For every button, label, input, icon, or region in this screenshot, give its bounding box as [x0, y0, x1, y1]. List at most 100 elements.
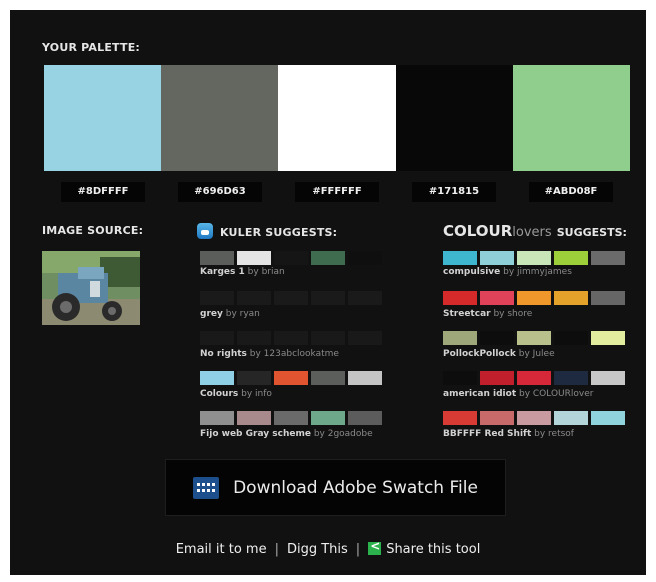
kuler-item-name: Colours	[200, 389, 239, 399]
colourlovers-swatch	[480, 251, 514, 265]
kuler-item-label[interactable]: Fijo web Gray scheme by 2goadobe	[200, 429, 373, 439]
colourlovers-swatch	[443, 251, 477, 265]
palette-swatch-2[interactable]	[161, 65, 279, 171]
download-swatch-button[interactable]: Download Adobe Swatch File	[165, 459, 506, 516]
hex-label-4[interactable]: #171815	[412, 182, 496, 202]
footer-links: Email it to me | Digg This | Share this tool	[10, 539, 646, 557]
kuler-swatch-strip[interactable]	[200, 371, 382, 385]
kuler-swatch	[311, 411, 345, 425]
kuler-item-author: by ryan	[225, 309, 260, 319]
kuler-swatch	[237, 331, 271, 345]
colourlovers-swatch	[517, 331, 551, 345]
kuler-swatch	[311, 331, 345, 345]
kuler-swatch	[200, 291, 234, 305]
kuler-swatch-strip[interactable]	[200, 331, 382, 345]
colourlovers-item-author: by COLOURlover	[519, 389, 594, 399]
kuler-icon	[197, 223, 213, 239]
colourlovers-swatch-strip[interactable]	[443, 411, 625, 425]
palette-swatch-4[interactable]	[395, 65, 513, 171]
colourlovers-swatch	[443, 371, 477, 385]
share-link[interactable]: Share this tool	[386, 542, 480, 557]
palette-swatch-5[interactable]	[512, 65, 631, 171]
kuler-swatch	[311, 291, 345, 305]
kuler-item-label[interactable]: No rights by 123abclookatme	[200, 349, 339, 359]
kuler-swatch	[237, 411, 271, 425]
colourlovers-item-label[interactable]: Streetcar by shore	[443, 309, 532, 319]
palette-title: YOUR PALETTE:	[42, 41, 141, 54]
colourlovers-swatch	[591, 291, 625, 305]
kuler-swatch	[237, 291, 271, 305]
colourlovers-swatch	[591, 411, 625, 425]
kuler-item-label[interactable]: grey by ryan	[200, 309, 260, 319]
kuler-swatch	[274, 251, 308, 265]
colourlovers-swatch	[480, 291, 514, 305]
colourlovers-swatch-strip[interactable]	[443, 331, 625, 345]
colourlovers-swatch	[443, 411, 477, 425]
colourlovers-item-name: american idiot	[443, 389, 517, 399]
colourlovers-item-label[interactable]: compulsive by jimmyjames	[443, 267, 572, 277]
colourlovers-swatch-strip[interactable]	[443, 251, 625, 265]
colourlovers-item-label[interactable]: american idiot by COLOURlover	[443, 389, 593, 399]
colourlovers-swatch	[517, 411, 551, 425]
kuler-swatch	[348, 371, 382, 385]
colourlovers-swatch	[517, 371, 551, 385]
download-swatch-label: Download Adobe Swatch File	[233, 477, 478, 498]
colourlovers-swatch	[554, 411, 588, 425]
hex-label-2[interactable]: #696D63	[178, 182, 262, 202]
palette-swatch-3[interactable]	[278, 65, 396, 171]
colourlovers-swatch	[517, 251, 551, 265]
kuler-swatch	[348, 251, 382, 265]
kuler-swatch	[200, 251, 234, 265]
source-image-thumbnail[interactable]	[42, 251, 140, 325]
palette-swatch-1[interactable]	[44, 65, 162, 171]
kuler-swatch	[200, 371, 234, 385]
colourlovers-item-label[interactable]: PollockPollock by Julee	[443, 349, 555, 359]
kuler-title: KULER SUGGESTS:	[220, 226, 338, 239]
colourlovers-item-author: by Julee	[518, 349, 555, 359]
colourlovers-swatch	[591, 331, 625, 345]
colourlovers-title-rest: SUGGESTS:	[556, 226, 627, 239]
email-link[interactable]: Email it to me	[176, 542, 267, 557]
kuler-swatch	[274, 331, 308, 345]
kuler-swatch	[200, 331, 234, 345]
image-source-title: IMAGE SOURCE:	[42, 224, 144, 237]
colourlovers-swatch	[480, 411, 514, 425]
hex-label-1[interactable]: #8DFFFF	[61, 182, 145, 202]
hex-label-5[interactable]: #ABD08F	[529, 182, 613, 202]
colourlovers-item-name: compulsive	[443, 267, 501, 277]
colourlovers-item-author: by retsof	[534, 429, 574, 439]
share-icon[interactable]	[368, 539, 382, 555]
kuler-swatch	[311, 251, 345, 265]
colourlovers-swatch	[480, 371, 514, 385]
hex-label-3[interactable]: #FFFFFF	[295, 182, 379, 202]
colourlovers-item-name: BBFFFF Red Shift	[443, 429, 532, 439]
kuler-swatch	[348, 331, 382, 345]
colourlovers-item-name: PollockPollock	[443, 349, 516, 359]
kuler-item-name: Karges 1	[200, 267, 245, 277]
colourlovers-swatch-strip[interactable]	[443, 291, 625, 305]
colourlovers-item-author: by shore	[493, 309, 533, 319]
kuler-swatch-strip[interactable]	[200, 251, 382, 265]
colourlovers-item-author: by jimmyjames	[503, 267, 572, 277]
colourlovers-logo-text: COLOUR	[443, 222, 513, 240]
tractor-photo-icon	[42, 251, 140, 325]
kuler-swatch	[200, 411, 234, 425]
colourlovers-swatch	[517, 291, 551, 305]
swatch-file-icon	[193, 476, 220, 499]
colourlovers-item-label[interactable]: BBFFFF Red Shift by retsof	[443, 429, 574, 439]
kuler-swatch	[274, 371, 308, 385]
footer-separator: |	[274, 542, 279, 557]
colourlovers-swatch	[443, 331, 477, 345]
kuler-item-label[interactable]: Colours by info	[200, 389, 272, 399]
digg-link[interactable]: Digg This	[287, 542, 348, 557]
kuler-swatch-strip[interactable]	[200, 411, 382, 425]
kuler-item-label[interactable]: Karges 1 by brian	[200, 267, 285, 277]
kuler-swatch-strip[interactable]	[200, 291, 382, 305]
colourlovers-swatch-strip[interactable]	[443, 371, 625, 385]
colourlovers-swatch	[554, 331, 588, 345]
colourlovers-swatch	[591, 371, 625, 385]
kuler-item-author: by 123abclookatme	[249, 349, 339, 359]
kuler-item-name: No rights	[200, 349, 247, 359]
kuler-swatch	[348, 291, 382, 305]
kuler-swatch	[274, 411, 308, 425]
